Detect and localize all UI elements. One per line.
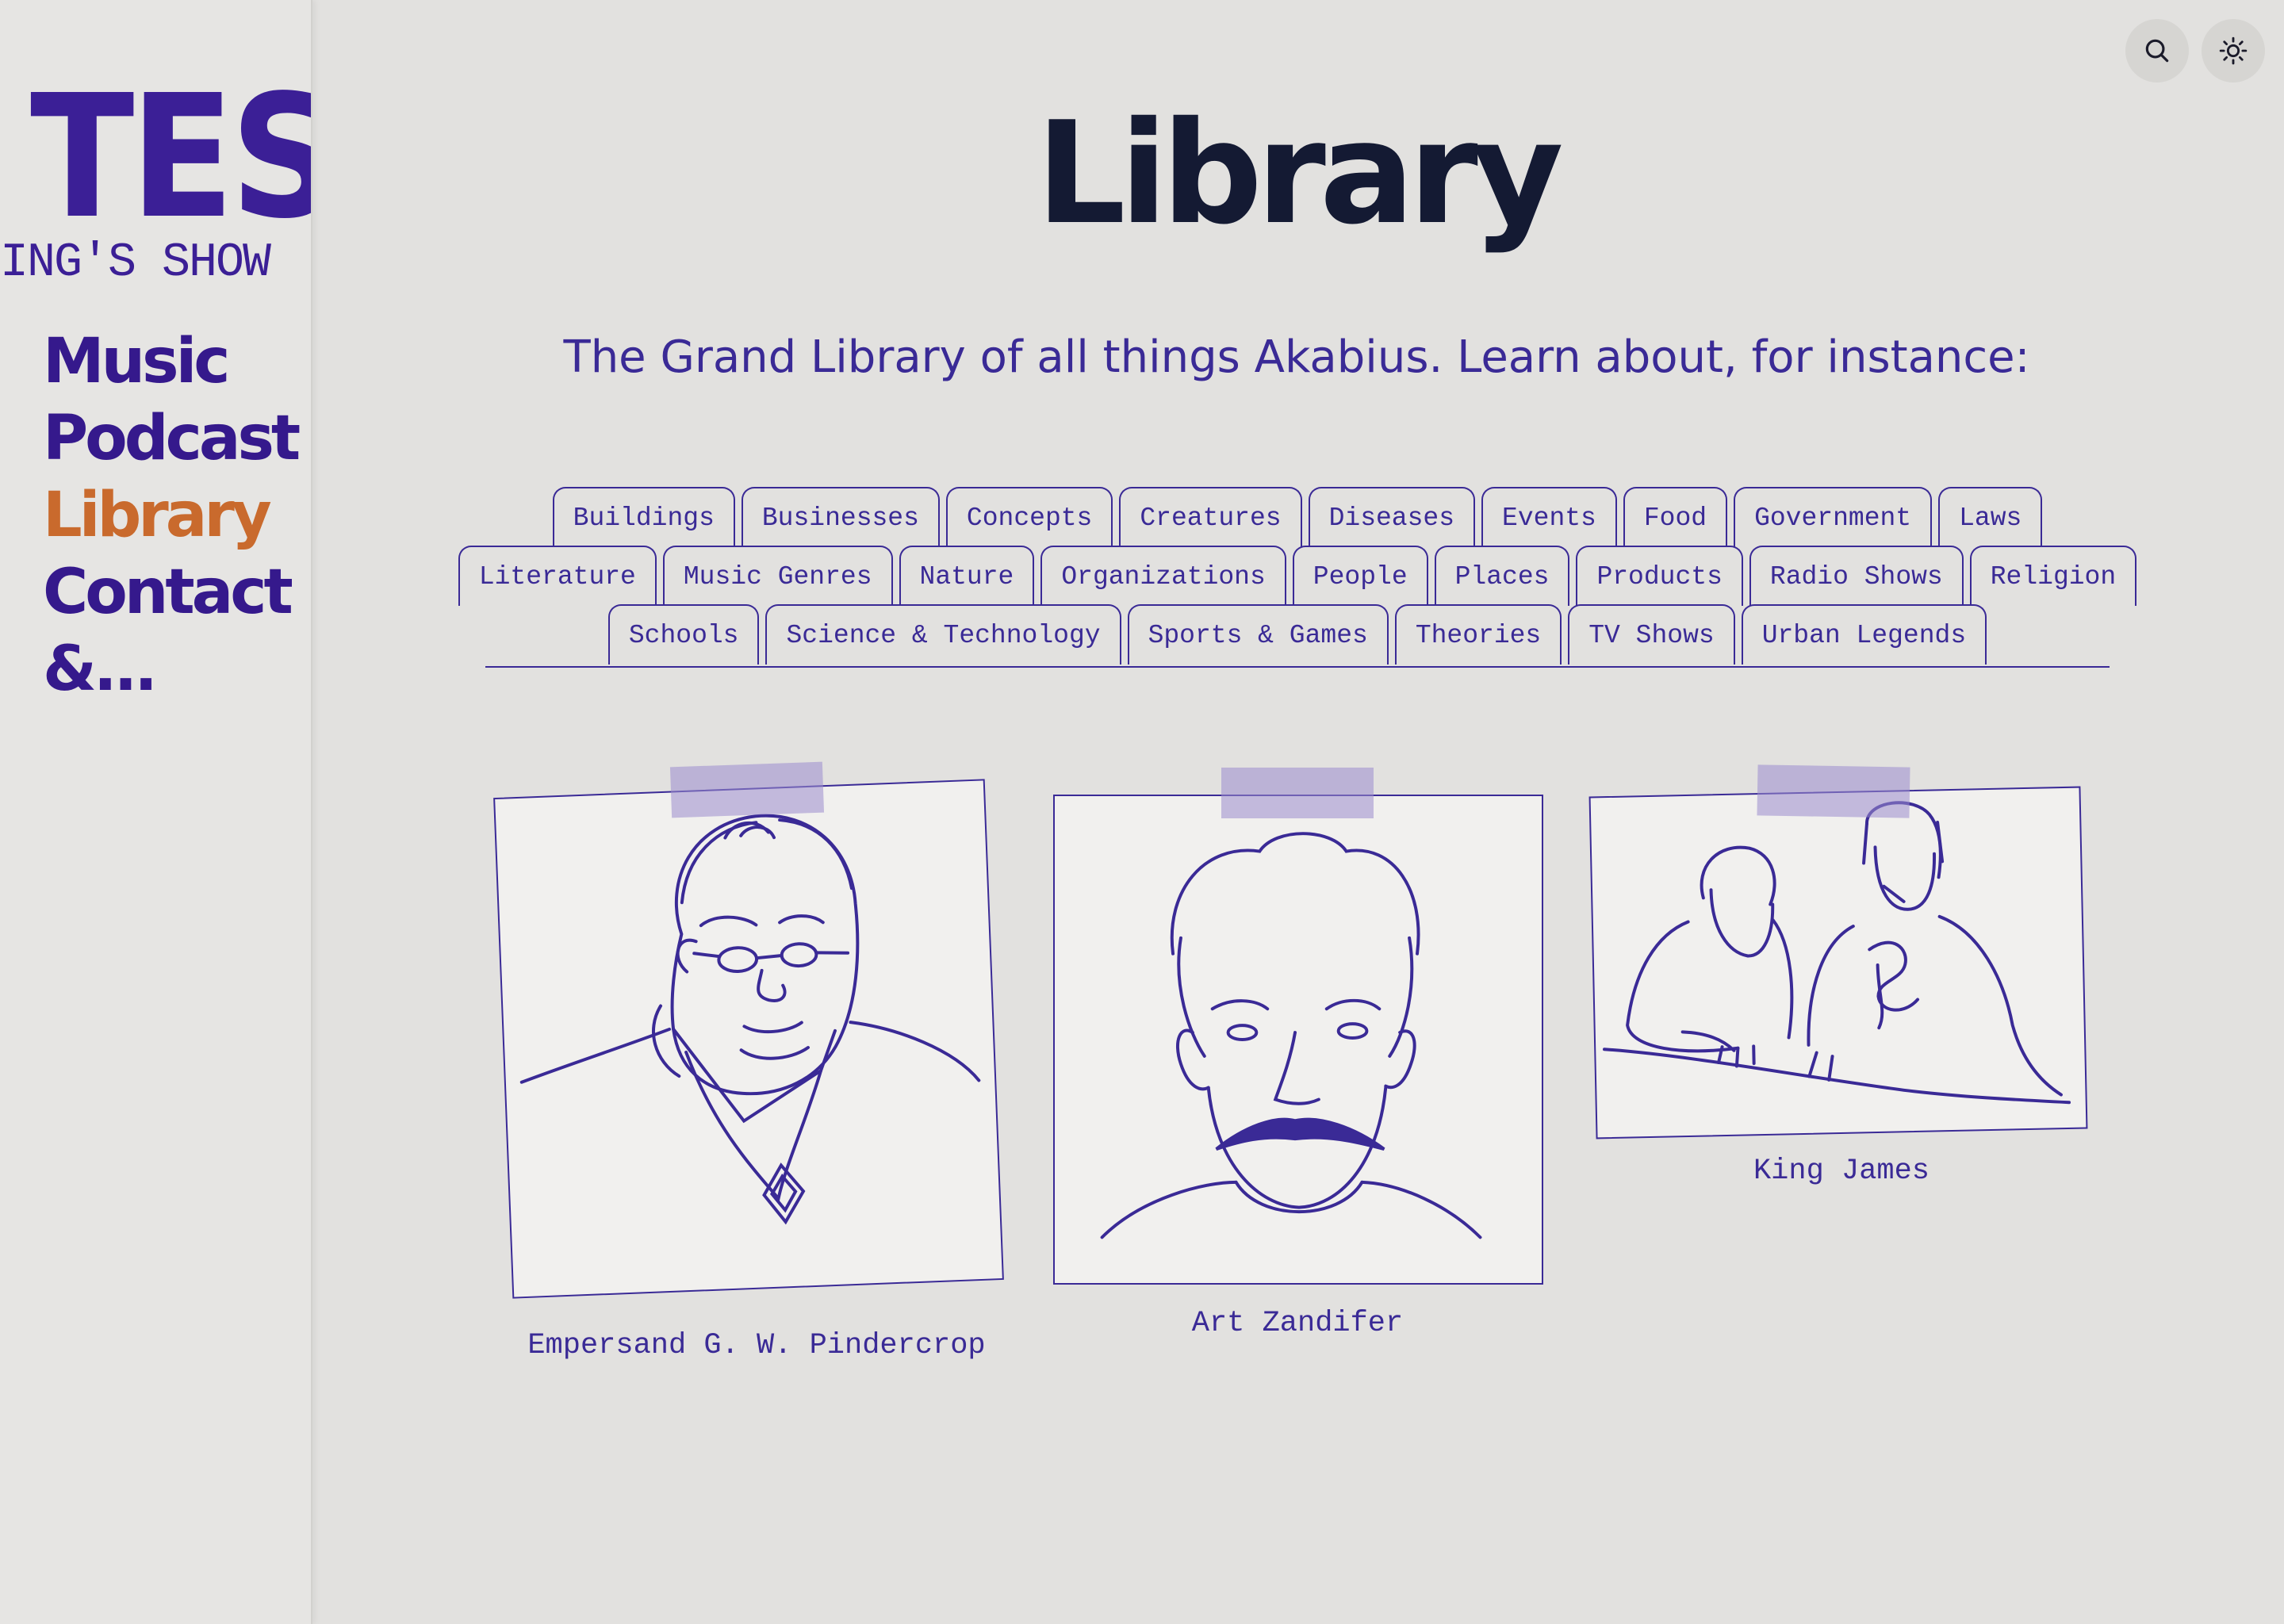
tab-science-technology[interactable]: Science & Technology: [765, 604, 1121, 665]
tape-strip: [669, 761, 825, 818]
sun-icon: [2219, 36, 2248, 65]
tab-sports-games[interactable]: Sports & Games: [1127, 604, 1389, 665]
nav-item-more[interactable]: &...: [43, 631, 297, 708]
tab-buildings[interactable]: Buildings: [552, 487, 735, 547]
entry-caption[interactable]: Art Zandifer: [1052, 1307, 1543, 1340]
tab-laws[interactable]: Laws: [1938, 487, 2043, 547]
page-title: Library: [1036, 91, 1564, 255]
entry-caption[interactable]: Empersand G. W. Pindercrop: [503, 1329, 1010, 1362]
tab-government[interactable]: Government: [1734, 487, 1933, 547]
brand-tagline: ING'S SHOW: [0, 236, 271, 290]
tab-religion[interactable]: Religion: [1969, 546, 2137, 606]
entry-card[interactable]: Art Zandifer: [1052, 768, 1543, 1348]
tab-events[interactable]: Events: [1481, 487, 1617, 547]
tab-tv-shows[interactable]: TV Shows: [1568, 604, 1735, 665]
tab-theories[interactable]: Theories: [1394, 604, 1562, 665]
tab-people[interactable]: People: [1292, 546, 1428, 606]
theme-toggle-button[interactable]: [2202, 19, 2265, 82]
portrait-illustration: [519, 814, 981, 1225]
tab-businesses[interactable]: Businesses: [741, 487, 940, 547]
main-nav: Music Podcast Library Contact &...: [43, 324, 301, 708]
nav-item-contact[interactable]: Contact: [43, 554, 297, 631]
tab-row-2: Literature Music Genres Nature Organizat…: [458, 546, 2137, 606]
search-button[interactable]: [2125, 19, 2189, 82]
entry-illustration: [493, 779, 1004, 1299]
tab-schools[interactable]: Schools: [607, 604, 760, 665]
tab-radio-shows[interactable]: Radio Shows: [1749, 546, 1964, 606]
tab-literature[interactable]: Literature: [458, 546, 657, 606]
entry-illustration: [1588, 786, 2088, 1139]
tab-food[interactable]: Food: [1623, 487, 1728, 547]
entry-caption[interactable]: King James: [1589, 1155, 2094, 1188]
tape-strip: [1757, 764, 1910, 818]
entry-illustration: [1053, 795, 1543, 1285]
tab-nature[interactable]: Nature: [899, 546, 1035, 606]
sidebar: TES ING'S SHOW Music Podcast Library Con…: [0, 0, 312, 1624]
tab-creatures[interactable]: Creatures: [1119, 487, 1302, 547]
tab-urban-legends[interactable]: Urban Legends: [1741, 604, 1987, 665]
portrait-illustration: [1100, 832, 1482, 1239]
entry-card[interactable]: King James: [1588, 764, 2094, 1194]
tab-concepts[interactable]: Concepts: [945, 487, 1113, 547]
search-icon: [2145, 39, 2169, 63]
page-subtitle: The Grand Library of all things Akabius.…: [563, 331, 2030, 383]
category-tabs: Buildings Businesses Concepts Creatures …: [458, 487, 2137, 668]
tab-row-3: Schools Science & Technology Sports & Ga…: [485, 604, 2110, 665]
tape-strip: [1221, 768, 1374, 818]
tab-diseases[interactable]: Diseases: [1308, 487, 1476, 547]
nav-item-music[interactable]: Music: [43, 324, 297, 400]
tab-music-genres[interactable]: Music Genres: [662, 546, 893, 606]
brand-logo[interactable]: TES: [30, 73, 311, 243]
tab-row-1: Buildings Businesses Concepts Creatures …: [485, 487, 2110, 547]
nav-item-podcast[interactable]: Podcast: [43, 400, 301, 477]
portrait-illustration: [1603, 801, 2071, 1105]
tab-places[interactable]: Places: [1434, 546, 1570, 606]
entry-card[interactable]: Empersand G. W. Pindercrop: [493, 761, 1010, 1367]
nav-item-library[interactable]: Library: [43, 477, 297, 554]
tab-organizations[interactable]: Organizations: [1040, 546, 1286, 606]
tab-products[interactable]: Products: [1576, 546, 1743, 606]
